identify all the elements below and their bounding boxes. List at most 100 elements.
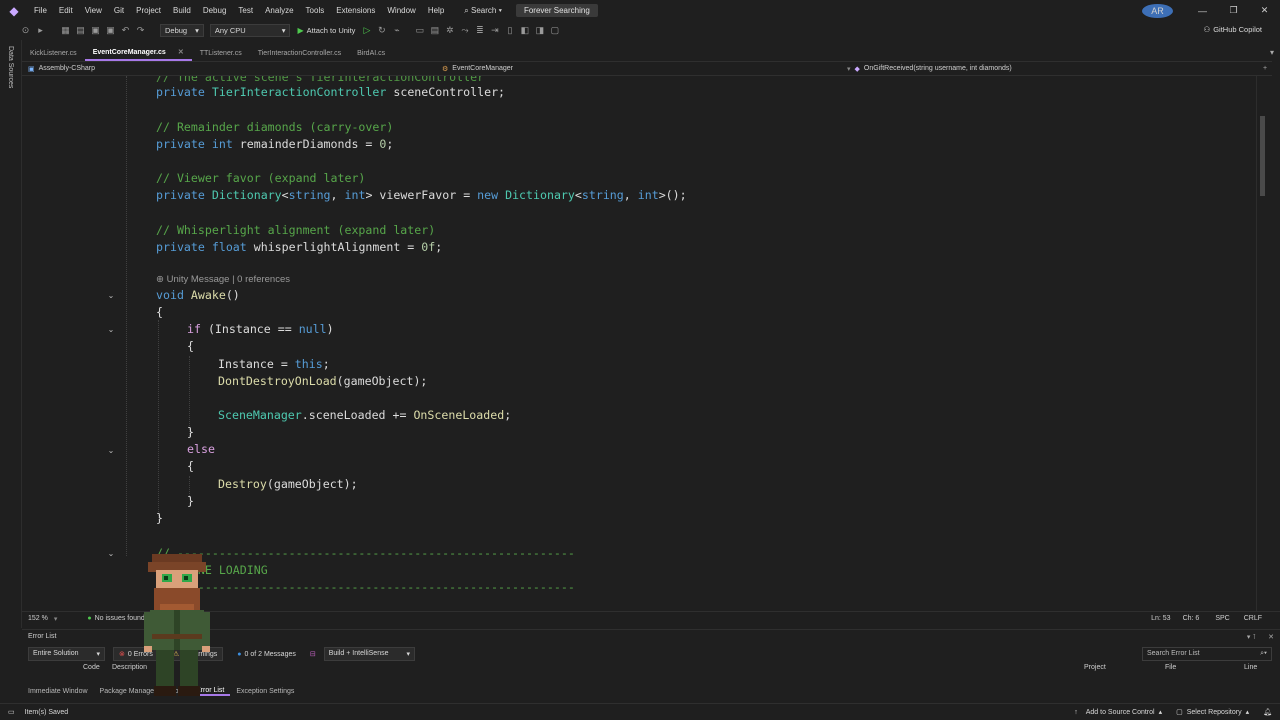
code-line: { <box>187 339 194 353</box>
menu-tools[interactable]: Tools <box>300 6 331 15</box>
fold-toggle-icon[interactable]: ⌄ <box>106 446 116 456</box>
pixel-character-avatar <box>144 554 210 696</box>
bookmark-prev-icon[interactable]: ◧ <box>517 23 532 38</box>
project-dropdown[interactable]: ▣ Assembly-CSharp <box>22 65 442 73</box>
class-dropdown[interactable]: ⚙ EventCoreManager <box>442 65 847 73</box>
indent-guide <box>126 76 127 556</box>
column-line[interactable]: Line <box>1244 664 1257 671</box>
browser-link-icon[interactable]: ▤ <box>427 23 442 38</box>
menu-test[interactable]: Test <box>232 6 259 15</box>
minimize-icon[interactable]: — <box>1187 6 1218 16</box>
scope-dropdown[interactable]: Entire Solution ▾ <box>28 647 106 661</box>
tab-exception-settings[interactable]: Exception Settings <box>230 688 300 695</box>
user-avatar[interactable]: AR <box>1142 3 1173 18</box>
platform-dropdown[interactable]: Any CPU ▾ <box>209 24 291 37</box>
codelens-references[interactable]: ⊕ Unity Message | 0 references <box>156 274 290 285</box>
search-box[interactable]: ⌕ Search ▾ <box>458 6 508 16</box>
column-code[interactable]: Code <box>83 664 100 671</box>
indent-guide <box>189 476 190 496</box>
format-icon[interactable]: ≣ <box>472 23 487 38</box>
chevron-up-icon: ▴ <box>1245 709 1250 716</box>
tab-ttlistener[interactable]: TTListener.cs <box>192 45 250 61</box>
error-list-search[interactable]: Search Error List ⌕▾ <box>1142 647 1272 661</box>
hot-reload-icon[interactable]: ⌁ <box>389 23 404 38</box>
fold-toggle-icon[interactable]: ⌄ <box>106 291 116 301</box>
menu-edit[interactable]: Edit <box>53 6 79 15</box>
vertical-scrollbar[interactable] <box>1256 76 1268 611</box>
line-ending[interactable]: CRLF <box>1244 615 1262 622</box>
column-file[interactable]: File <box>1165 664 1176 671</box>
back-icon[interactable]: ⊙ <box>18 23 33 38</box>
restore-icon[interactable]: ❐ <box>1218 5 1249 16</box>
configuration-dropdown[interactable]: Debug ▾ <box>160 24 204 37</box>
menu-analyze[interactable]: Analyze <box>259 6 299 15</box>
repository-icon: ▢ <box>1176 709 1183 716</box>
new-project-icon[interactable]: ▦ <box>58 23 73 38</box>
attach-to-unity-button[interactable]: ▶ Attach to Unity <box>297 26 355 35</box>
menu-debug[interactable]: Debug <box>197 6 233 15</box>
menu-build[interactable]: Build <box>167 6 197 15</box>
tab-birdai[interactable]: BirdAI.cs <box>349 45 393 61</box>
settings-icon[interactable]: ✲ <box>442 23 457 38</box>
menu-project[interactable]: Project <box>130 6 167 15</box>
menu-git[interactable]: Git <box>108 6 130 15</box>
select-repository[interactable]: Select Repository <box>1187 709 1242 716</box>
member-dropdown[interactable]: ▾ ◆ OnGiftReceived(string username, int … <box>847 65 1257 73</box>
screenshot-icon[interactable]: ▭ <box>412 23 427 38</box>
tab-kicklistener[interactable]: KickListener.cs <box>22 45 85 61</box>
column-project[interactable]: Project <box>1084 664 1106 671</box>
status-icon: ▭ <box>8 709 15 716</box>
code-editor[interactable]: // The active scene's TierInteractionCon… <box>22 76 1268 611</box>
notifications-icon[interactable]: 🔔︎ <box>1263 708 1272 716</box>
code-line: DontDestroyOnLoad(gameObject); <box>218 374 428 388</box>
menu-view[interactable]: View <box>79 6 108 15</box>
tab-immediate-window[interactable]: Immediate Window <box>22 688 94 695</box>
tab-tierinteractioncontroller[interactable]: TierInteractionController.cs <box>250 45 349 61</box>
menu-extensions[interactable]: Extensions <box>330 6 381 15</box>
search-icon: ⌕ <box>464 5 469 15</box>
forward-icon[interactable]: ▸ <box>33 23 48 38</box>
refresh-icon[interactable]: ↻ <box>374 23 389 38</box>
scrollbar-thumb[interactable] <box>1260 116 1265 196</box>
tab-eventcoremanager[interactable]: EventCoreManager.cs ✕ <box>84 45 192 61</box>
indent-icon[interactable]: ⇥ <box>487 23 502 38</box>
fold-toggle-icon[interactable]: ⌄ <box>106 549 116 559</box>
build-source-dropdown[interactable]: Build + IntelliSense ▾ <box>323 647 415 661</box>
zoom-level[interactable]: 152 % <box>28 615 48 622</box>
code-line: { <box>187 459 194 473</box>
tab-list-dropdown-icon[interactable]: ▾ <box>1270 48 1274 57</box>
close-tab-icon[interactable]: ✕ <box>178 48 184 56</box>
close-icon[interactable]: ✕ <box>1249 5 1280 16</box>
redo-icon[interactable]: ↷ <box>133 23 148 38</box>
fold-toggle-icon[interactable]: ⌄ <box>106 325 116 335</box>
undo-icon[interactable]: ↶ <box>118 23 133 38</box>
chevron-down-icon[interactable]: ▾ <box>54 615 58 623</box>
code-line: SceneManager.sceneLoaded += OnSceneLoade… <box>218 408 512 422</box>
menu-file[interactable]: File <box>28 6 53 15</box>
whitespace-mode[interactable]: SPC <box>1215 615 1229 622</box>
data-sources-tab[interactable]: Data Sources <box>7 46 14 88</box>
menu-help[interactable]: Help <box>422 6 450 15</box>
code-comment: // -------------------------------------… <box>156 546 575 560</box>
bookmark-next-icon[interactable]: ◨ <box>532 23 547 38</box>
attach-label: Attach to Unity <box>306 26 356 35</box>
messages-filter[interactable]: ● 0 of 2 Messages <box>231 648 302 661</box>
start-without-debug-icon[interactable]: ▷ <box>359 23 374 38</box>
github-copilot-button[interactable]: ⚇ GitHub Copilot <box>1203 25 1262 34</box>
pin-icon[interactable]: ▾ ⊺ <box>1247 633 1256 641</box>
filter-icon[interactable]: ⊟ <box>310 650 316 658</box>
add-to-source-control[interactable]: Add to Source Control <box>1086 709 1155 716</box>
step-icon[interactable]: ⤳ <box>457 23 472 38</box>
tab-label: TierInteractionController.cs <box>257 49 342 57</box>
menu-window[interactable]: Window <box>381 6 421 15</box>
chevron-down-icon: ▾ <box>281 26 286 35</box>
code-line: Instance = this; <box>218 357 330 371</box>
class-name: EventCoreManager <box>452 65 513 72</box>
open-file-icon[interactable]: ▤ <box>73 23 88 38</box>
save-icon[interactable]: ▣ <box>88 23 103 38</box>
bookmark-clear-icon[interactable]: ▢ <box>547 23 562 38</box>
close-panel-icon[interactable]: ✕ <box>1268 633 1274 641</box>
save-all-icon[interactable]: ▣ <box>103 23 118 38</box>
bookmark-icon[interactable]: ▯ <box>502 23 517 38</box>
split-icon[interactable]: + <box>1263 65 1267 72</box>
